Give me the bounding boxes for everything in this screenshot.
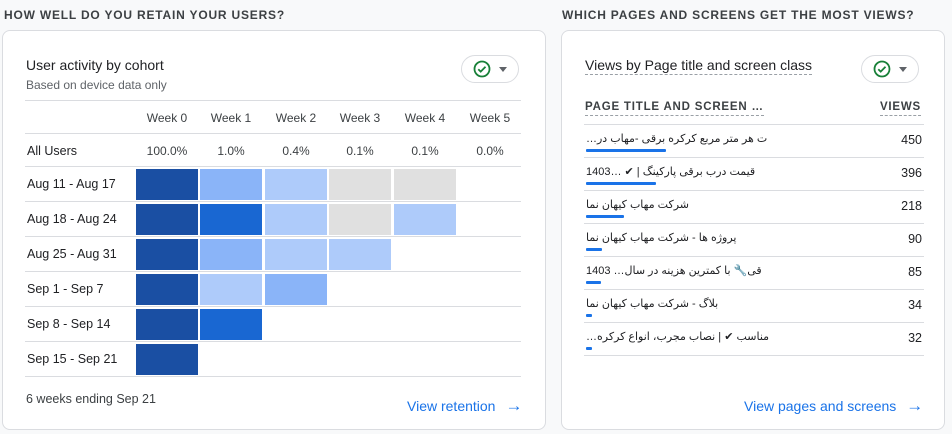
- chevron-down-icon: [899, 66, 907, 72]
- retention-cell[interactable]: [136, 204, 198, 235]
- retention-cell[interactable]: [136, 169, 198, 200]
- page-title: بلاگ - شرکت مهاب کیهان نما: [586, 298, 719, 310]
- card-title: Views by Page title and screen class: [585, 57, 812, 75]
- week-header: Week 2: [275, 111, 317, 125]
- views-share-bar: [586, 182, 656, 185]
- link-label: View pages and screens: [744, 397, 897, 414]
- retention-cell[interactable]: [329, 169, 391, 200]
- page-title: شرکت مهاب کیهان نما: [586, 199, 689, 211]
- view-pages-link[interactable]: View pages and screens →: [744, 397, 923, 414]
- retention-value: 0.4%: [282, 144, 310, 158]
- retention-cell[interactable]: [329, 239, 391, 270]
- views-share-bar: [586, 149, 666, 152]
- retention-cell[interactable]: [136, 309, 198, 340]
- cohort-label: Aug 25 - Aug 31: [27, 247, 117, 261]
- page-title: …ت هر متر مربع کرکره برقی -مهاب در: [586, 133, 768, 145]
- retention-cell[interactable]: [136, 274, 198, 305]
- views-value: 85: [908, 265, 922, 279]
- all-users-row: All Users 100.0% 1.0% 0.4% 0.1% 0.1% 0.0…: [25, 133, 521, 167]
- views-value: 450: [901, 133, 922, 147]
- arrow-right-icon: →: [906, 396, 924, 415]
- page-row[interactable]: …ت هر متر مربع کرکره برقی -مهاب در 450: [584, 125, 924, 158]
- pages-section-title: WHICH PAGES AND SCREENS GET THE MOST VIE…: [562, 8, 915, 22]
- week-header: Week 3: [339, 111, 381, 125]
- retention-cell[interactable]: [329, 204, 391, 235]
- page-row[interactable]: 1403 …قی🔧 با کمترین هزینه در سال 85: [584, 257, 924, 290]
- retention-value: 0.0%: [476, 144, 504, 158]
- retention-value: 1.0%: [217, 144, 245, 158]
- retention-cell[interactable]: [200, 204, 262, 235]
- retention-cell[interactable]: [136, 239, 198, 270]
- cohort-label: Sep 15 - Sep 21: [27, 352, 118, 366]
- retention-cell[interactable]: [200, 169, 262, 200]
- cohort-row: Sep 1 - Sep 7: [25, 272, 521, 307]
- views-value: 32: [908, 331, 922, 345]
- views-share-bar: [586, 314, 592, 317]
- retention-cell[interactable]: [265, 169, 327, 200]
- cohort-label: Aug 11 - Aug 17: [27, 177, 116, 191]
- cohort-label: Sep 8 - Sep 14: [27, 317, 111, 331]
- week-header: Week 0: [146, 111, 188, 125]
- date-range-footer: 6 weeks ending Sep 21: [26, 392, 156, 406]
- cohort-label: Sep 1 - Sep 7: [27, 282, 104, 296]
- pages-card: Views by Page title and screen class PAG…: [561, 30, 945, 430]
- views-value: 218: [901, 199, 922, 213]
- views-share-bar: [586, 281, 601, 284]
- retention-cell[interactable]: [200, 309, 262, 340]
- views-value: 396: [901, 166, 922, 180]
- cohort-row: Aug 18 - Aug 24: [25, 202, 521, 237]
- page-row[interactable]: پروژه ها - شرکت مهاب کیهان نما 90: [584, 224, 924, 257]
- views-share-bar: [586, 347, 592, 350]
- card-subtitle: Based on device data only: [26, 78, 167, 92]
- view-retention-link[interactable]: View retention →: [407, 397, 522, 414]
- page-title: پروژه ها - شرکت مهاب کیهان نما: [586, 232, 737, 244]
- arrow-right-icon: →: [505, 396, 523, 415]
- page-row[interactable]: بلاگ - شرکت مهاب کیهان نما 34: [584, 290, 924, 323]
- check-circle-icon: [473, 60, 491, 78]
- retention-value: 0.1%: [411, 144, 439, 158]
- chevron-down-icon: [499, 66, 507, 72]
- retention-value: 0.1%: [346, 144, 374, 158]
- views-value: 90: [908, 232, 922, 246]
- cohort-row: Aug 11 - Aug 17: [25, 167, 521, 202]
- week-header: Week 4: [404, 111, 446, 125]
- retention-cell[interactable]: [200, 274, 262, 305]
- retention-section-title: HOW WELL DO YOU RETAIN YOUR USERS?: [4, 8, 285, 22]
- retention-cell[interactable]: [394, 204, 456, 235]
- page-row[interactable]: 1403… ✔ | قیمت درب برقی پارکینگ 396: [584, 158, 924, 191]
- card-title: User activity by cohort: [26, 57, 164, 73]
- retention-cell[interactable]: [136, 344, 198, 375]
- check-circle-icon: [873, 60, 891, 78]
- cohort-row: Sep 15 - Sep 21: [25, 342, 521, 377]
- views-share-bar: [586, 215, 624, 218]
- views-share-bar: [586, 248, 602, 251]
- page-title: …مناسب ✔ | نصاب مجرب، انواع کرکره: [586, 331, 770, 343]
- card-title-text: Views by Page title and screen class: [585, 57, 812, 75]
- cohort-row: Aug 25 - Aug 31: [25, 237, 521, 272]
- page-row[interactable]: …مناسب ✔ | نصاب مجرب، انواع کرکره 32: [584, 323, 924, 356]
- page-row[interactable]: شرکت مهاب کیهان نما 218: [584, 191, 924, 224]
- week-header: Week 5: [469, 111, 511, 125]
- compare-menu-button[interactable]: [461, 55, 519, 83]
- page-title: 1403… ✔ | قیمت درب برقی پارکینگ: [586, 166, 756, 178]
- views-value: 34: [908, 298, 922, 312]
- week-header: Week 1: [210, 111, 252, 125]
- retention-cell[interactable]: [265, 204, 327, 235]
- retention-cell[interactable]: [394, 169, 456, 200]
- retention-cell[interactable]: [265, 274, 327, 305]
- cohort-label: Aug 18 - Aug 24: [27, 212, 117, 226]
- cohort-row: Sep 8 - Sep 14: [25, 307, 521, 342]
- link-label: View retention: [407, 397, 496, 414]
- page-title-column-header[interactable]: PAGE TITLE AND SCREEN …: [585, 101, 764, 116]
- table-header-row: Week 0 Week 1 Week 2 Week 3 Week 4 Week …: [25, 100, 521, 133]
- cohort-table: Week 0 Week 1 Week 2 Week 3 Week 4 Week …: [25, 100, 521, 377]
- retention-cell[interactable]: [265, 239, 327, 270]
- views-column-header[interactable]: VIEWS: [879, 101, 921, 116]
- compare-menu-button[interactable]: [861, 55, 919, 83]
- retention-value: 100.0%: [146, 144, 188, 158]
- cohort-card: User activity by cohort Based on device …: [2, 30, 546, 430]
- page-title: 1403 …قی🔧 با کمترین هزینه در سال: [586, 265, 762, 277]
- row-label: All Users: [27, 144, 78, 158]
- retention-cell[interactable]: [200, 239, 262, 270]
